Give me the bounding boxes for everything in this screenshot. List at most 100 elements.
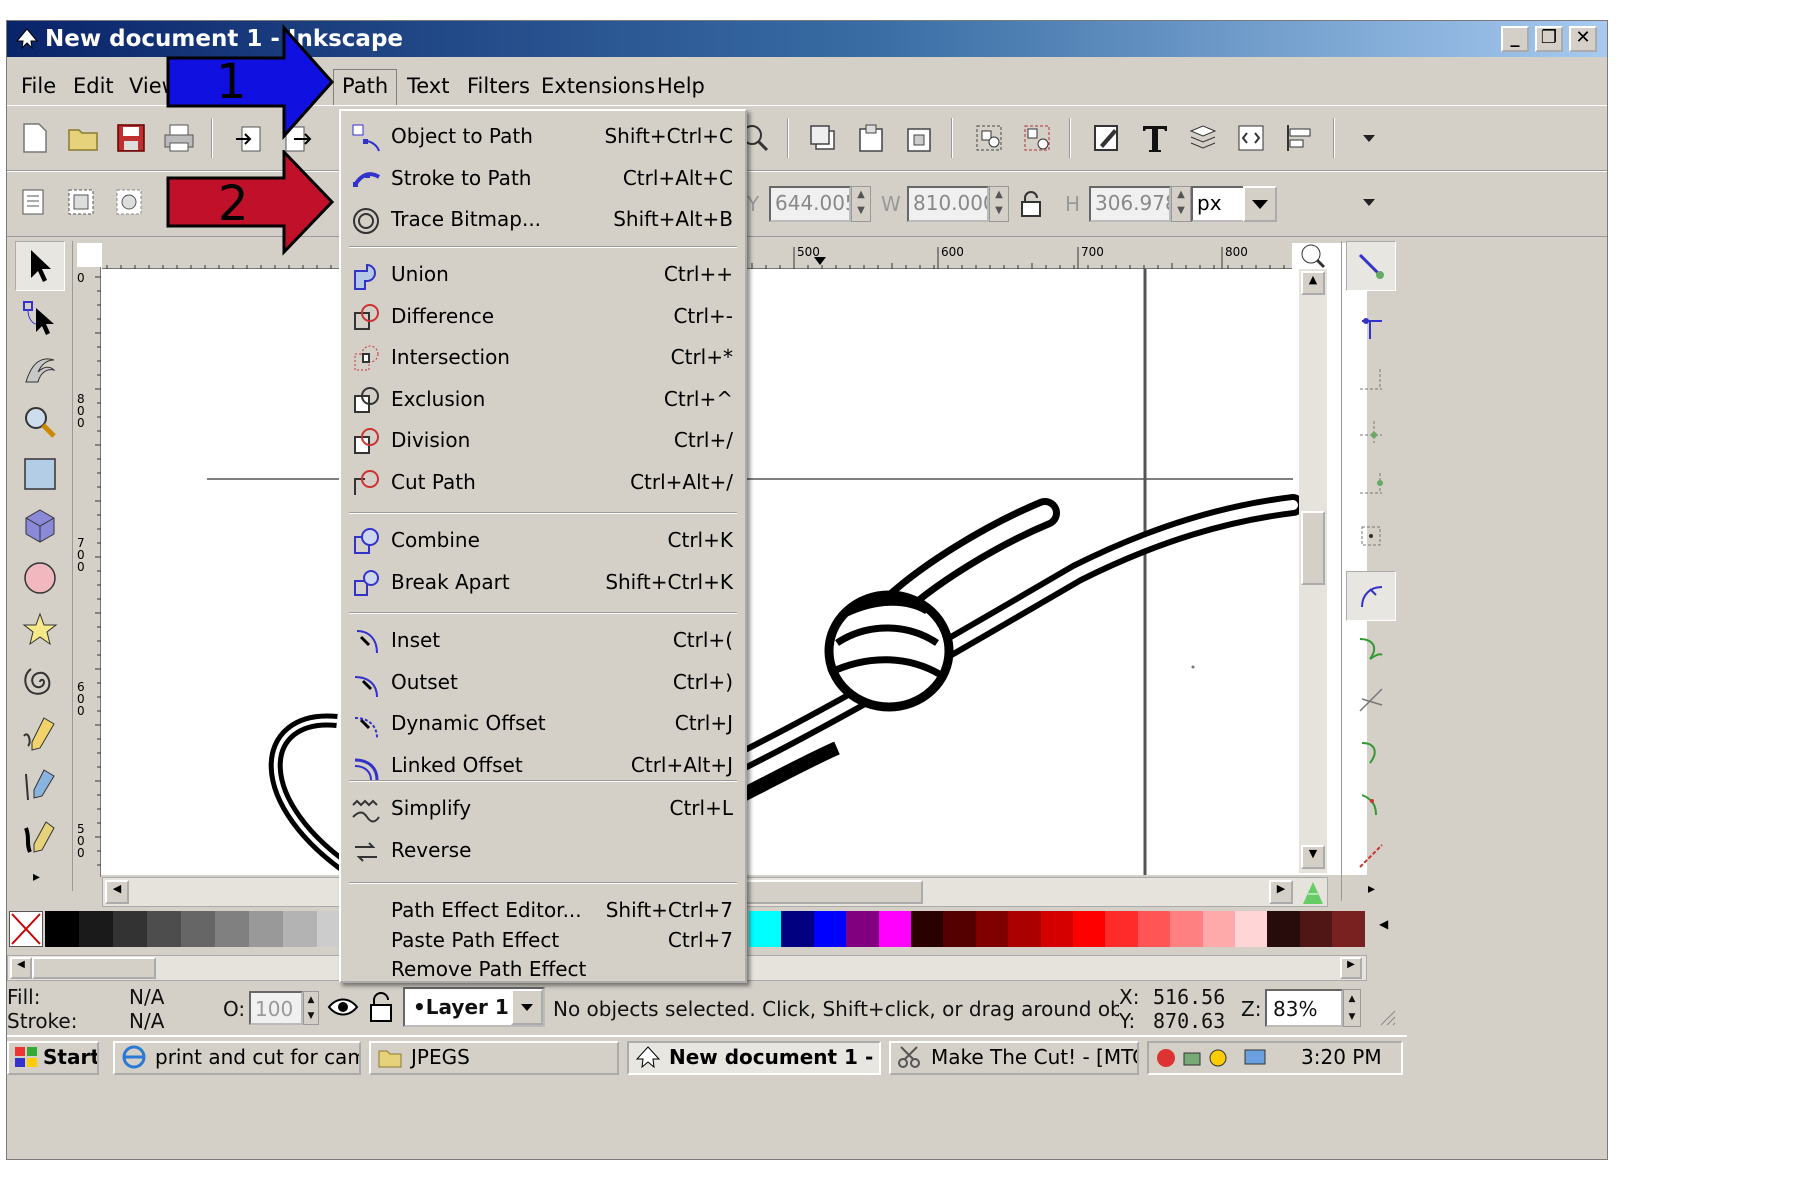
color-swatch[interactable]: [1105, 911, 1139, 947]
y-spinner[interactable]: ▲ ▼: [851, 186, 871, 222]
update-tray-icon[interactable]: [1207, 1047, 1229, 1069]
snap-paths-icon[interactable]: [1346, 623, 1396, 673]
3d-box-tool-icon[interactable]: [15, 501, 65, 551]
taskbar-item-browser[interactable]: print and cut for cam...: [113, 1041, 361, 1075]
color-swatch[interactable]: [878, 911, 912, 947]
horizontal-scroll-thumb[interactable]: [743, 880, 923, 904]
palette-menu-icon[interactable]: ◀: [1379, 917, 1388, 931]
width-field[interactable]: 810.000: [907, 186, 989, 222]
menu-item-difference[interactable]: Difference Ctrl+-: [341, 297, 745, 337]
ungroup-icon[interactable]: [1017, 118, 1057, 158]
snap-rotation-centers-icon[interactable]: [1346, 831, 1396, 881]
vertical-scrollbar[interactable]: ▲ ▼: [1299, 269, 1327, 873]
color-swatch[interactable]: [1137, 911, 1171, 947]
snap-bbox-corners-icon[interactable]: [1346, 407, 1396, 457]
snap-bbox-midpoints-icon[interactable]: [1346, 459, 1396, 509]
color-swatch[interactable]: [1299, 911, 1333, 947]
xml-editor-icon[interactable]: [1231, 118, 1271, 158]
unlink-clone-icon[interactable]: [899, 118, 939, 158]
save-icon[interactable]: [111, 118, 151, 158]
snap-midpoints-icon[interactable]: [1346, 779, 1396, 829]
color-swatch[interactable]: [1235, 911, 1268, 947]
stroke-value[interactable]: N/A: [129, 1009, 164, 1033]
menu-item-stroke-to-path[interactable]: Stroke to Path Ctrl+Alt+C: [341, 159, 745, 199]
color-swatch[interactable]: [943, 911, 977, 947]
menu-item-reverse[interactable]: Reverse: [341, 831, 745, 871]
scroll-up-button[interactable]: ▲: [1301, 271, 1325, 295]
menu-item-inset[interactable]: Inset Ctrl+(: [341, 621, 745, 661]
color-swatch[interactable]: [215, 911, 249, 947]
controls-overflow-icon[interactable]: [1349, 182, 1389, 222]
snap-bbox-centers-icon[interactable]: [1346, 511, 1396, 561]
color-swatch[interactable]: [249, 911, 283, 947]
menu-item-dynamic-offset[interactable]: Dynamic Offset Ctrl+J: [341, 704, 745, 744]
snap-nodes-icon[interactable]: [1346, 571, 1396, 621]
network-tray-icon[interactable]: [1181, 1047, 1203, 1069]
fill-stroke-icon[interactable]: [1087, 118, 1127, 158]
toolbox-more-icon[interactable]: ▸: [33, 869, 40, 885]
zoom-spinner[interactable]: ▲ ▼: [1343, 989, 1361, 1027]
close-button[interactable]: ✕: [1569, 26, 1597, 52]
selector-tool-icon[interactable]: [15, 241, 65, 291]
color-swatch[interactable]: [749, 911, 782, 947]
select-all-layers-icon[interactable]: [61, 182, 101, 222]
scroll-left-button[interactable]: ◀: [105, 880, 129, 904]
color-swatch[interactable]: [781, 911, 815, 947]
color-swatch[interactable]: [1040, 911, 1074, 947]
maximize-button[interactable]: ❐: [1535, 26, 1563, 52]
fill-value[interactable]: N/A: [129, 985, 164, 1009]
palette-scroll-thumb[interactable]: [32, 957, 156, 979]
minimize-button[interactable]: _: [1501, 26, 1529, 52]
color-swatch[interactable]: [975, 911, 1009, 947]
color-management-icon[interactable]: [1299, 878, 1327, 906]
lock-ratio-icon[interactable]: [1011, 184, 1051, 224]
scroll-right-button[interactable]: ▶: [1269, 880, 1293, 904]
menu-item-union[interactable]: Union Ctrl++: [341, 255, 745, 295]
open-folder-icon[interactable]: [63, 118, 103, 158]
color-swatch[interactable]: [79, 911, 113, 947]
snap-bbox-icon[interactable]: [1346, 303, 1396, 353]
color-swatch[interactable]: [113, 911, 147, 947]
color-swatch[interactable]: [283, 911, 317, 947]
taskbar-item-mtc[interactable]: Make The Cut! - [MTC...: [889, 1041, 1139, 1075]
layers-icon[interactable]: [1183, 118, 1223, 158]
snap-more-icon[interactable]: ▸: [1368, 881, 1375, 897]
unit-dropdown-button[interactable]: [1243, 186, 1277, 222]
y-coordinate-field[interactable]: 644.005: [769, 186, 851, 222]
menu-item-cut-path[interactable]: Cut Path Ctrl+Alt+/: [341, 463, 745, 503]
ellipse-tool-icon[interactable]: [15, 553, 65, 603]
pencil-tool-icon[interactable]: [15, 709, 65, 759]
menu-item-break-apart[interactable]: Break Apart Shift+Ctrl+K: [341, 563, 745, 603]
color-swatch[interactable]: [1202, 911, 1236, 947]
color-swatch[interactable]: [1170, 911, 1204, 947]
menu-help[interactable]: Help: [649, 71, 713, 101]
rectangle-tool-icon[interactable]: [15, 449, 65, 499]
color-swatch[interactable]: [147, 911, 181, 947]
unit-select[interactable]: px: [1191, 186, 1247, 222]
resize-grip-icon[interactable]: [1377, 1007, 1397, 1027]
snap-enable-icon[interactable]: [1346, 241, 1396, 291]
menu-item-exclusion[interactable]: Exclusion Ctrl+^: [341, 380, 745, 420]
palette-scroll-left[interactable]: ◀: [10, 957, 32, 979]
monitor-tray-icon[interactable]: [1243, 1047, 1267, 1069]
menu-extensions[interactable]: Extensions: [533, 71, 663, 101]
scroll-down-button[interactable]: ▼: [1301, 845, 1325, 869]
opacity-spinner[interactable]: ▲ ▼: [303, 991, 319, 1025]
clone-icon[interactable]: [851, 118, 891, 158]
snap-intersections-icon[interactable]: [1346, 675, 1396, 725]
group-icon[interactable]: [969, 118, 1009, 158]
color-swatch[interactable]: [1267, 911, 1301, 947]
align-distribute-icon[interactable]: [1279, 118, 1319, 158]
menu-path[interactable]: Path: [333, 69, 398, 105]
menu-item-division[interactable]: Division Ctrl+/: [341, 421, 745, 461]
menu-item-object-to-path[interactable]: Object to Path Shift+Ctrl+C: [341, 117, 745, 157]
zoom-field[interactable]: 83%: [1265, 989, 1343, 1027]
menu-item-combine[interactable]: Combine Ctrl+K: [341, 521, 745, 561]
opacity-field[interactable]: 100: [249, 991, 303, 1025]
menu-filters[interactable]: Filters: [459, 71, 538, 101]
spiral-tool-icon[interactable]: [15, 657, 65, 707]
color-swatch[interactable]: [181, 911, 215, 947]
height-field[interactable]: 306.978: [1089, 186, 1171, 222]
color-swatch[interactable]: [1332, 911, 1366, 947]
width-spinner[interactable]: ▲ ▼: [989, 186, 1009, 222]
